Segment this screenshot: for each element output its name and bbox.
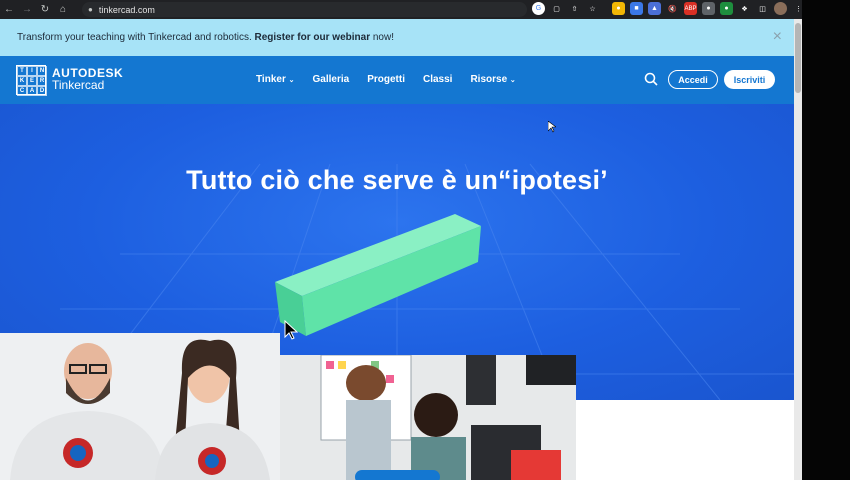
brand-name[interactable]: AUTODESK Tinkercad (52, 67, 123, 91)
mute-icon[interactable]: 🔇 (666, 2, 679, 15)
extension-gray-icon[interactable]: ● (702, 2, 715, 15)
close-icon[interactable]: × (773, 28, 782, 46)
google-icon[interactable]: G (532, 2, 545, 15)
logo-letter: K (17, 76, 27, 86)
search-icon[interactable] (644, 72, 658, 86)
chevron-down-icon: ⌄ (509, 77, 516, 84)
share-icon[interactable]: ⇧ (568, 2, 581, 15)
back-icon[interactable]: ← (0, 0, 18, 19)
logo-letter: N (37, 66, 47, 76)
webcam-overlay (0, 333, 280, 480)
brand-tinkercad: Tinkercad (52, 78, 105, 92)
screenshot-icon[interactable]: ▢ (550, 2, 563, 15)
sidebar-icon[interactable]: ◫ (756, 2, 769, 15)
hero-title: Tutto ciò che serve è un“ipotesi’ (186, 165, 608, 195)
menu-item-tinker[interactable]: Tinker ⌄ (256, 74, 295, 85)
address-bar[interactable]: ● tinkercad.com (82, 2, 527, 17)
logo-letter: D (37, 86, 47, 96)
login-button[interactable]: Accedi (668, 70, 718, 89)
logo-letter: A (27, 86, 37, 96)
menu-item-classi[interactable]: Classi (423, 74, 452, 85)
logo-letter: T (17, 66, 27, 76)
logo-letter: R (37, 76, 47, 86)
extension-blue-icon[interactable]: ■ (630, 2, 643, 15)
extension-green-icon[interactable]: ● (720, 2, 733, 15)
extension-red-icon[interactable]: ABP (684, 2, 697, 15)
menu-item-risorse[interactable]: Risorse ⌄ (470, 74, 515, 85)
chevron-down-icon: ⌄ (288, 77, 295, 84)
bookmark-star-icon[interactable]: ☆ (586, 2, 599, 15)
browser-toolbar: ← → ↻ ⌂ ● tinkercad.com G ▢ ⇧ ☆ ● ■ ▲ 🔇 … (0, 0, 802, 19)
hero-cta-button[interactable] (355, 470, 440, 480)
webinar-link[interactable]: Register for our webinar (255, 32, 371, 43)
logo-letter: C (17, 86, 27, 96)
url-text: tinkercad.com (98, 4, 155, 15)
logo-letter: I (27, 66, 37, 76)
profile-avatar[interactable] (774, 2, 787, 15)
scroll-thumb[interactable] (795, 23, 801, 93)
menu-item-galleria[interactable]: Galleria (313, 74, 350, 85)
screen-border (802, 0, 850, 480)
extensions-bar: G ▢ ⇧ ☆ ● ■ ▲ 🔇 ABP ● ● ❖ ◫ ⋮ (532, 2, 805, 15)
lock-icon: ● (88, 5, 93, 14)
large-cursor-icon (284, 320, 298, 340)
extensions-puzzle-icon[interactable]: ❖ (738, 2, 751, 15)
extension-shield-icon[interactable]: ▲ (648, 2, 661, 15)
reload-icon[interactable]: ↻ (36, 0, 54, 19)
tinkercad-logo[interactable]: TIN KER CAD (16, 65, 47, 96)
promo-banner: Transform your teaching with Tinkercad a… (0, 19, 794, 56)
logo-letter: E (27, 76, 37, 86)
extension-yellow-icon[interactable]: ● (612, 2, 625, 15)
menu-item-progetti[interactable]: Progetti (367, 74, 405, 85)
home-icon[interactable]: ⌂ (54, 0, 72, 19)
main-menu: Tinker ⌄ Galleria Progetti Classi Risors… (256, 74, 516, 85)
page-scrollbar[interactable] (794, 19, 802, 480)
site-navbar: TIN KER CAD AUTODESK Tinkercad Tinker ⌄ … (0, 56, 794, 104)
banner-text: Transform your teaching with Tinkercad a… (17, 32, 394, 43)
webcam-presenters-illustration (0, 333, 280, 480)
mouse-cursor-icon (548, 121, 556, 133)
forward-icon[interactable]: → (18, 0, 36, 19)
signup-button[interactable]: Iscriviti (724, 70, 775, 89)
